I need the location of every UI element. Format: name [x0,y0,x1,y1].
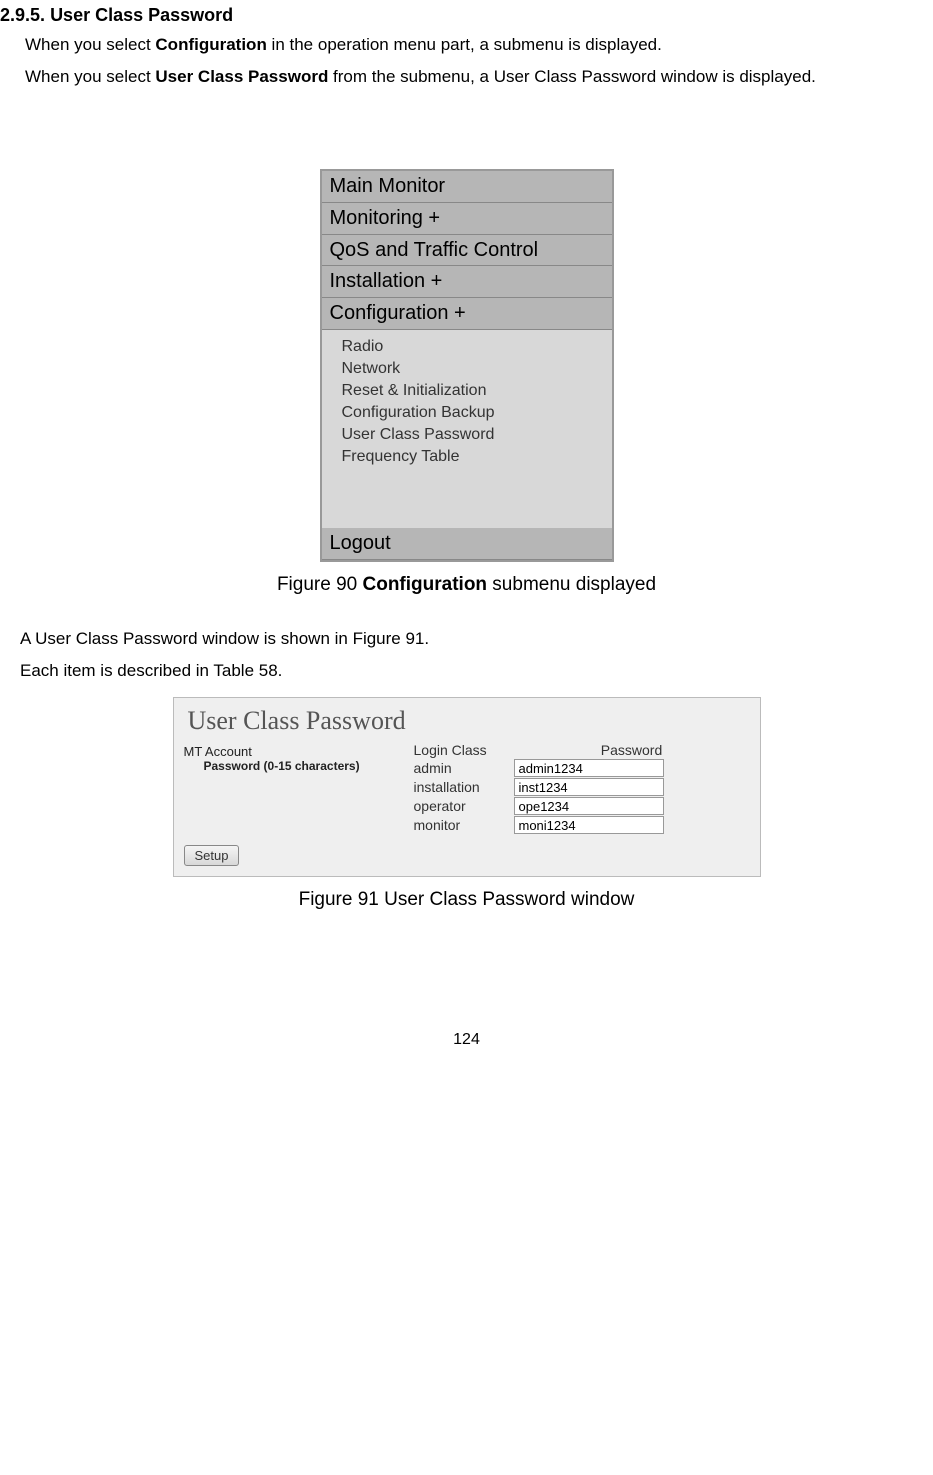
submenu-item-reset[interactable]: Reset & Initialization [342,380,612,402]
page-number: 124 [0,1031,933,1049]
ucp-input-operator[interactable] [514,797,664,815]
ucp-input-monitor[interactable] [514,816,664,834]
paragraph-text: in the operation menu part, a submenu is… [267,35,662,54]
ucp-row-operator: operator [414,797,750,815]
paragraph-text: from the submenu, a User Class Password … [328,67,816,86]
ucp-mt-account-label: MT Account [184,744,414,759]
section-heading: 2.9.5. User Class Password [0,5,933,26]
menu-item-monitoring[interactable]: Monitoring + [322,203,612,235]
ucp-row-monitor: monitor [414,816,750,834]
paragraph-1: When you select Configuration in the ope… [25,32,933,58]
submenu-item-config-backup[interactable]: Configuration Backup [342,402,612,424]
ucp-input-installation[interactable] [514,778,664,796]
figure-caption-text: Figure 90 [277,574,363,595]
menu-item-installation[interactable]: Installation + [322,266,612,298]
submenu: Radio Network Reset & Initialization Con… [322,330,612,528]
figure-caption-bold: Configuration [363,574,488,595]
ucp-row-installation: installation [414,778,750,796]
paragraph-text: When you select [25,67,155,86]
figure-90-menu: Main Monitor Monitoring + QoS and Traffi… [320,169,614,562]
figure-90-caption: Figure 90 Configuration submenu displaye… [0,574,933,596]
ucp-label-installation: installation [414,779,514,795]
ucp-header-loginclass: Login Class [414,742,514,758]
section-number: 2.9.5. [0,5,45,25]
setup-button[interactable]: Setup [184,845,240,866]
menu-item-main-monitor[interactable]: Main Monitor [322,171,612,203]
ucp-table: Login Class Password admin installation … [414,742,750,835]
paragraph-4: Each item is described in Table 58. [20,658,933,684]
paragraph-bold: User Class Password [155,67,328,86]
figure-91-caption: Figure 91 User Class Password window [0,889,933,911]
ucp-input-admin[interactable] [514,759,664,777]
paragraph-text: When you select [25,35,155,54]
submenu-item-frequency-table[interactable]: Frequency Table [342,446,612,468]
submenu-item-network[interactable]: Network [342,358,612,380]
submenu-item-radio[interactable]: Radio [342,336,612,358]
ucp-window-title: User Class Password [188,706,750,736]
submenu-item-user-class-password[interactable]: User Class Password [342,424,612,446]
ucp-row-admin: admin [414,759,750,777]
ucp-label-admin: admin [414,760,514,776]
menu-item-configuration[interactable]: Configuration + [322,298,612,330]
ucp-header-row: Login Class Password [414,742,750,758]
ucp-label-monitor: monitor [414,817,514,833]
paragraph-2: When you select User Class Password from… [25,64,933,90]
paragraph-3: A User Class Password window is shown in… [20,626,933,652]
figure-caption-text: submenu displayed [487,574,656,595]
ucp-password-hint: Password (0-15 characters) [204,759,414,773]
ucp-header-password: Password [514,742,750,758]
paragraph-bold: Configuration [155,35,266,54]
figure-91-window: User Class Password MT Account Password … [173,697,761,877]
ucp-label-operator: operator [414,798,514,814]
menu-item-qos[interactable]: QoS and Traffic Control [322,235,612,266]
section-title-text: User Class Password [50,5,233,25]
menu-item-logout[interactable]: Logout [322,528,612,560]
ucp-left-panel: MT Account Password (0-15 characters) [184,742,414,773]
